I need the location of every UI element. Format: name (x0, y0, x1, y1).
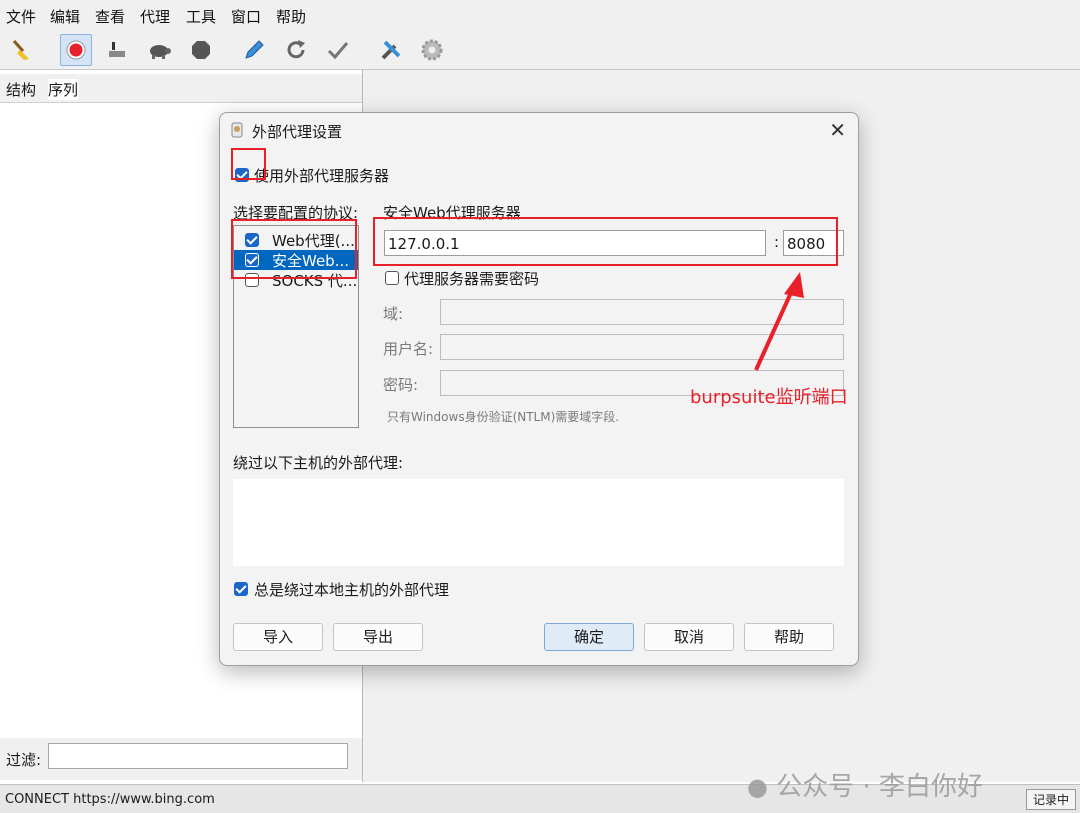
wechat-icon: ● (747, 773, 768, 801)
bypass-hosts-textarea[interactable] (233, 479, 844, 566)
tools-icon[interactable] (375, 34, 407, 66)
ok-button[interactable]: 确定 (544, 623, 634, 651)
status-text: CONNECT https://www.bing.com (5, 792, 215, 807)
import-button[interactable]: 导入 (233, 623, 323, 651)
edit-pen-icon[interactable] (238, 34, 270, 66)
watermark-text: 公众号 · 李白你好 (776, 772, 984, 802)
always-bypass-local-checkbox[interactable] (234, 582, 248, 596)
highlight-server (373, 217, 838, 266)
needs-password-checkbox[interactable] (385, 271, 399, 285)
app-icon (230, 122, 244, 142)
use-external-proxy-label: 使用外部代理服务器 (254, 167, 390, 185)
tab-structure[interactable]: 结构 (6, 79, 36, 100)
cancel-button[interactable]: 取消 (644, 623, 734, 651)
repeat-icon[interactable] (280, 34, 312, 66)
tab-sequence[interactable]: 序列 (48, 79, 79, 100)
recording-indicator[interactable]: 记录中 (1025, 789, 1076, 810)
username-label: 用户名: (383, 340, 434, 358)
toolbar (0, 30, 1080, 70)
domain-label: 域: (383, 305, 404, 323)
annotation-label: burpsuite监听端口 (690, 387, 848, 408)
menu-proxy[interactable]: 代理 (140, 6, 170, 27)
help-button[interactable]: 帮助 (744, 623, 834, 651)
broom-icon[interactable] (6, 34, 38, 66)
needs-password-label: 代理服务器需要密码 (404, 270, 540, 288)
watermark: ● 公众号 · 李白你好 (747, 766, 983, 803)
settings-gear-icon[interactable] (416, 34, 448, 66)
menu-help[interactable]: 帮助 (276, 6, 306, 27)
annotation-arrow (754, 272, 804, 371)
menu-edit[interactable]: 编辑 (50, 6, 80, 27)
export-button[interactable]: 导出 (333, 623, 423, 651)
menu-tools[interactable]: 工具 (186, 6, 216, 27)
dialog-titlebar: 外部代理设置 ✕ (220, 113, 858, 147)
close-icon[interactable]: ✕ (829, 118, 846, 142)
validate-check-icon[interactable] (322, 34, 354, 66)
dialog-title: 外部代理设置 (252, 123, 343, 141)
highlight-protocols (231, 219, 357, 279)
stop-icon[interactable] (185, 34, 217, 66)
filter-label: 过滤: (6, 751, 42, 769)
record-icon[interactable] (60, 34, 92, 66)
menu-bar: 文件 编辑 查看 代理 工具 窗口 帮助 (0, 0, 1080, 30)
always-bypass-local-label: 总是绕过本地主机的外部代理 (254, 581, 450, 599)
bypass-label: 绕过以下主机的外部代理: (233, 454, 404, 472)
menu-window[interactable]: 窗口 (231, 6, 261, 27)
highlight-use-external (231, 148, 266, 180)
turtle-icon[interactable] (143, 34, 175, 66)
throttle-icon[interactable] (101, 34, 133, 66)
left-tabs: 结构 序列 (0, 74, 362, 103)
menu-file[interactable]: 文件 (6, 6, 36, 27)
password-label: 密码: (383, 376, 419, 394)
ntlm-note: 只有Windows身份验证(NTLM)需要域字段. (387, 410, 620, 424)
menu-view[interactable]: 查看 (95, 6, 125, 27)
filter-input[interactable] (48, 743, 348, 769)
filter-row: 过滤: (0, 738, 362, 780)
